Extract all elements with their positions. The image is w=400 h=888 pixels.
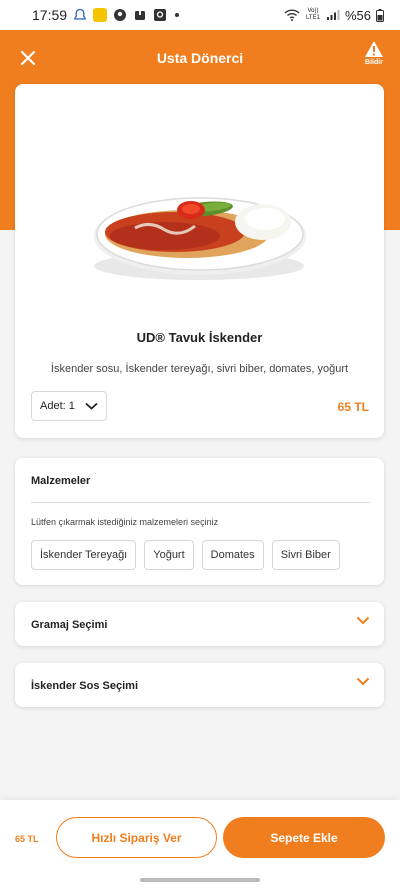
divider	[31, 502, 370, 503]
battery-icon	[376, 8, 384, 22]
sauce-selection-accordion[interactable]: İskender Sos Seçimi	[15, 663, 384, 707]
quantity-value: 1	[68, 400, 75, 412]
ingredient-chip-domates[interactable]: Domates	[201, 540, 264, 570]
bell-icon	[74, 8, 86, 20]
ingredients-title: Malzemeler	[31, 475, 91, 487]
ingredient-chip-sivri-biber[interactable]: Sivri Biber	[271, 540, 340, 570]
report-label: Bildir	[365, 59, 383, 66]
home-indicator[interactable]	[140, 878, 260, 882]
battery-percent: %56	[344, 7, 371, 23]
add-to-cart-button[interactable]: Sepete Ekle	[223, 817, 385, 858]
network-type: Vo)) LTE1	[306, 8, 320, 21]
close-button[interactable]	[14, 44, 42, 72]
ingredients-card: Malzemeler Lütfen çıkarmak istediğiniz m…	[15, 458, 384, 585]
app-notification-icon	[93, 8, 108, 22]
wifi-icon	[284, 9, 300, 21]
ingredient-chip-tereyagi[interactable]: İskender Tereyağı	[31, 540, 137, 570]
product-name: UD® Tavuk İskender	[136, 330, 263, 345]
product-description: İskender sosu, İskender tereyağı, sivri …	[50, 363, 349, 375]
page-title: Usta Dönerci	[156, 50, 244, 66]
report-button[interactable]: Bildir	[362, 40, 386, 66]
pinterest-icon	[114, 9, 127, 21]
chevron-down-icon	[85, 402, 98, 410]
bottom-action-bar: 65 TL Hızlı Sipariş Ver Sepete Ekle	[0, 800, 400, 888]
status-time: 17:59	[32, 7, 68, 23]
g-app-icon	[154, 9, 167, 21]
signal-icon	[326, 10, 340, 20]
warning-icon	[365, 41, 383, 57]
package-icon	[135, 11, 146, 20]
quick-order-button[interactable]: Hızlı Sipariş Ver	[56, 817, 217, 858]
chevron-down-icon	[356, 677, 370, 686]
app-header: Usta Dönerci Bildir	[0, 30, 400, 86]
accordion-title: Gramaj Seçimi	[31, 619, 108, 631]
ingredients-subtitle: Lütfen çıkarmak istediğiniz malzemeleri …	[31, 517, 219, 527]
ingredient-chips: İskender Tereyağı Yoğurt Domates Sivri B…	[31, 540, 340, 570]
product-price: 65 TL	[337, 400, 369, 414]
more-notifications-dot-icon	[175, 13, 180, 17]
quantity-select[interactable]: Adet: 1	[31, 391, 107, 421]
ingredient-chip-yogurt[interactable]: Yoğurt	[144, 540, 194, 570]
product-card: UD® Tavuk İskender İskender sosu, İskend…	[15, 84, 384, 438]
close-icon	[20, 50, 36, 66]
product-image	[94, 197, 306, 280]
status-bar: 17:59 Vo)) LTE1 %56	[0, 0, 400, 30]
accordion-title: İskender Sos Seçimi	[31, 680, 138, 692]
chevron-down-icon	[356, 616, 370, 625]
quantity-label: Adet:	[40, 400, 66, 412]
total-price: 65 TL	[15, 834, 39, 844]
gramaj-selection-accordion[interactable]: Gramaj Seçimi	[15, 602, 384, 646]
